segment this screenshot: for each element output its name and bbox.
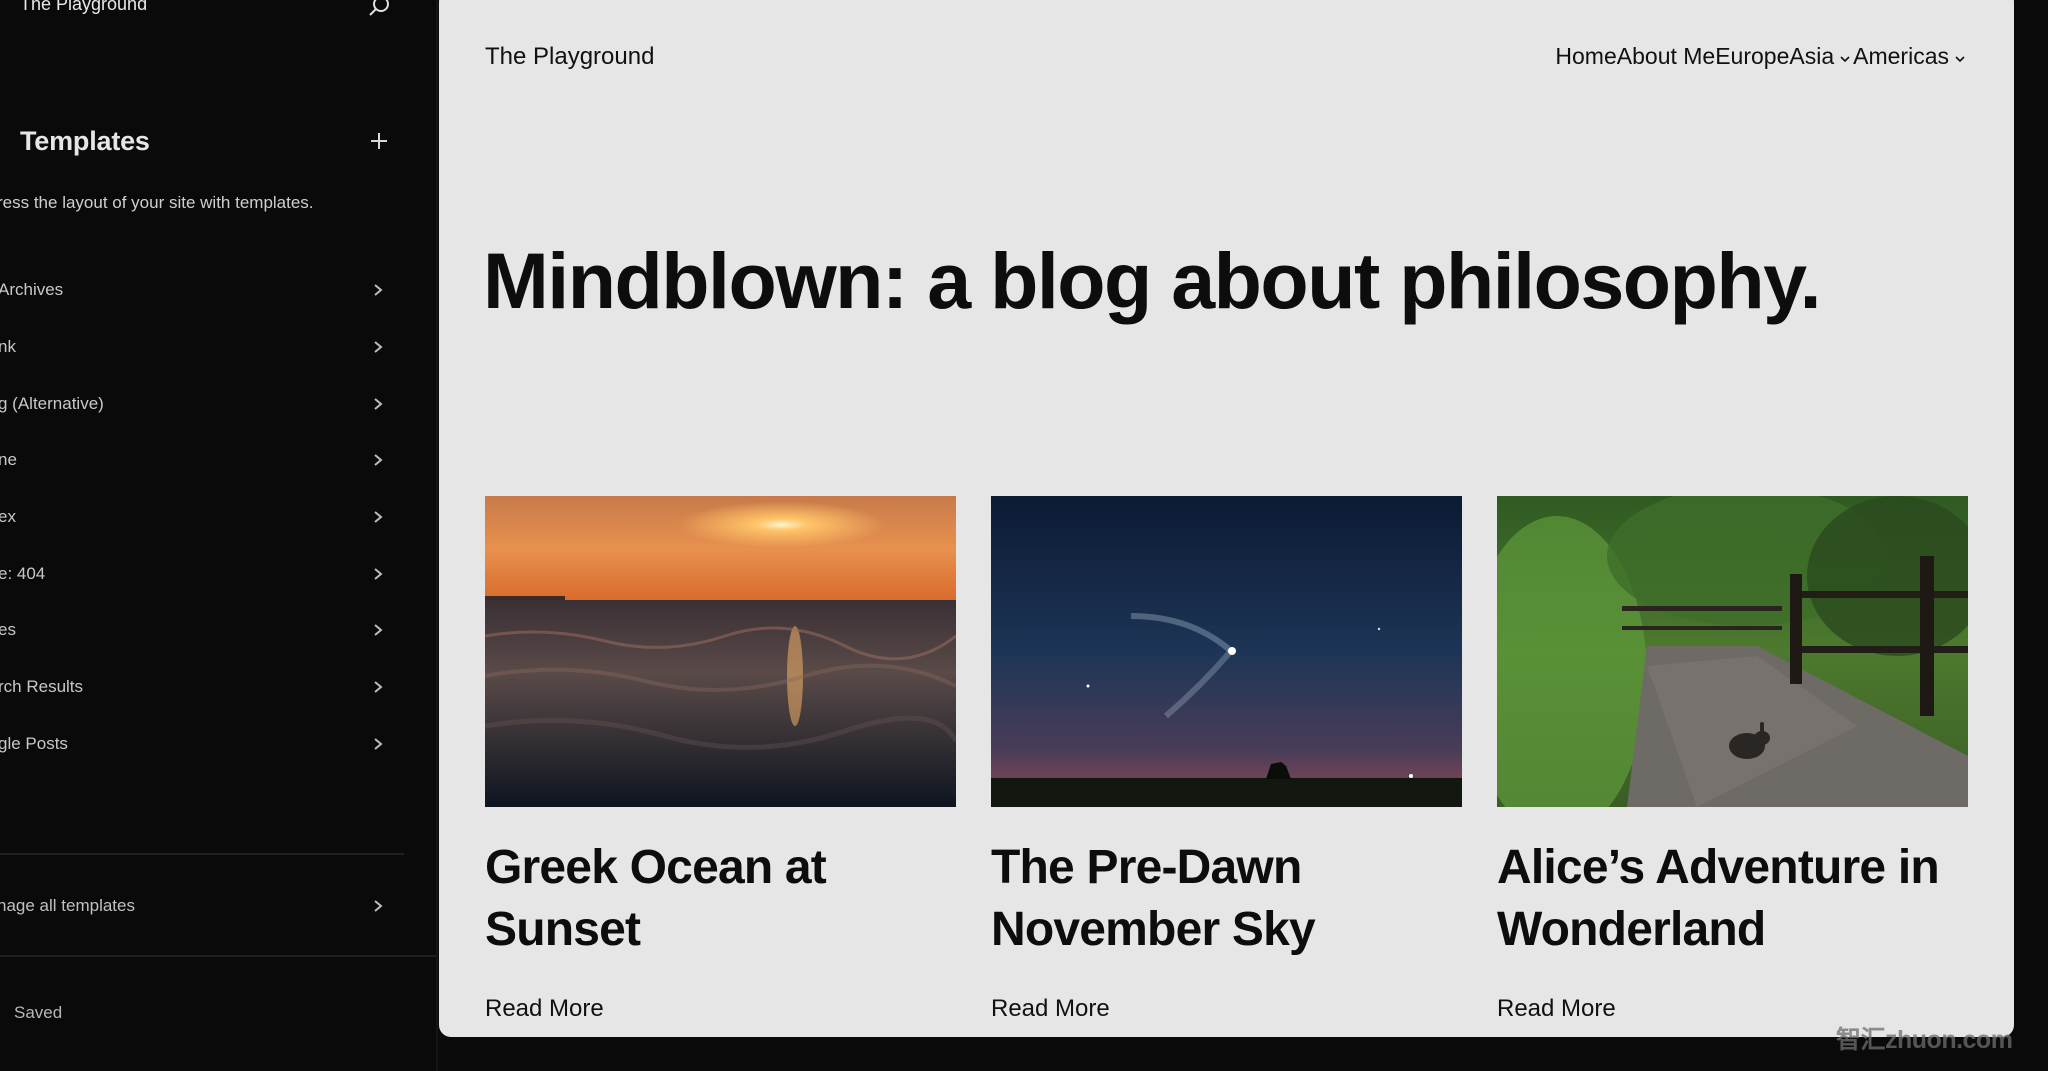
- templates-sidebar: The Playground Templates ress the layout…: [0, 0, 438, 1071]
- read-more-link[interactable]: Read More: [1497, 995, 1616, 1023]
- plus-icon[interactable]: [366, 128, 392, 154]
- sidebar-edge: [436, 0, 438, 1071]
- template-item-archives[interactable]: Archives: [0, 262, 400, 319]
- save-status: Saved: [14, 1003, 63, 1022]
- nav-item-about-me[interactable]: About Me: [1617, 43, 1715, 70]
- template-item-label: Archives: [0, 280, 64, 300]
- template-item-label: ex: [0, 507, 16, 527]
- sidebar-title: Templates: [20, 126, 150, 156]
- template-item-blog-alternative[interactable]: g (Alternative): [0, 375, 400, 432]
- nav-item-asia[interactable]: Asia: [1789, 43, 1853, 70]
- nav-label: About Me: [1616, 43, 1716, 69]
- chevron-right-icon: [374, 681, 383, 693]
- chevron-right-icon: [374, 397, 383, 410]
- ocean-sunset-image[interactable]: [485, 496, 956, 807]
- template-item-pages[interactable]: es: [0, 602, 400, 659]
- nav-item-americas[interactable]: Americas: [1853, 43, 1968, 70]
- manage-all-templates-label: nage all templates: [0, 896, 135, 915]
- template-item-search-results[interactable]: rch Results: [0, 659, 400, 716]
- divider: [0, 853, 404, 855]
- chevron-right-icon: [374, 568, 383, 580]
- chevron-right-icon: [374, 511, 383, 523]
- forest-path-image[interactable]: [1497, 496, 1968, 807]
- read-more-link[interactable]: Read More: [485, 995, 604, 1023]
- chevron-down-icon: [1955, 55, 1965, 62]
- sidebar-description: ress the layout of your site with templa…: [0, 193, 314, 212]
- template-item-home[interactable]: ne: [0, 432, 400, 489]
- template-item-label: rch Results: [0, 677, 84, 697]
- template-item-page-404[interactable]: e: 404: [0, 545, 400, 602]
- template-item-label: e: 404: [0, 563, 46, 583]
- template-item-label: es: [0, 620, 16, 640]
- template-item-index[interactable]: ex: [0, 489, 400, 546]
- post-title[interactable]: Alice’s Adventure in Wonderland: [1497, 837, 1968, 961]
- read-more-link[interactable]: Read More: [991, 995, 1110, 1023]
- nav-label: Asia: [1789, 43, 1835, 69]
- post-card: Greek Ocean at Sunset Read More: [485, 496, 956, 1023]
- post-card: The Pre-Dawn November Sky Read More: [991, 496, 1462, 1023]
- nav-label: Europe: [1715, 43, 1790, 69]
- template-item-label: nk: [0, 337, 16, 357]
- template-item-label: gle Posts: [0, 733, 68, 753]
- nav-item-europe[interactable]: Europe: [1715, 43, 1789, 70]
- post-title[interactable]: Greek Ocean at Sunset: [485, 837, 956, 961]
- site-navigation: Home About Me Europe Asia Americas: [1555, 43, 1968, 70]
- night-sky-image[interactable]: [991, 496, 1462, 807]
- watermark: 智汇zhuon.com: [1836, 1026, 2013, 1054]
- post-grid: Greek Ocean at Sunset Read More The Pre-…: [485, 496, 1968, 1023]
- nav-label: Home: [1555, 43, 1617, 69]
- chevron-right-icon: [374, 454, 383, 467]
- chevron-right-icon: [374, 624, 383, 637]
- template-item-single-posts[interactable]: gle Posts: [0, 716, 400, 773]
- site-preview-canvas[interactable]: The Playground Home About Me Europe Asia…: [439, 0, 2014, 1037]
- search-icon[interactable]: [366, 0, 392, 20]
- chevron-right-icon: [374, 900, 383, 912]
- chevron-right-icon: [374, 341, 383, 353]
- nav-label: Americas: [1853, 43, 1949, 69]
- template-list: Archives nk g (Alternative) ne ex e: 404…: [0, 262, 400, 772]
- manage-all-templates-link[interactable]: nage all templates: [0, 878, 400, 934]
- divider: [0, 955, 438, 957]
- chevron-right-icon: [374, 738, 383, 750]
- nav-item-home[interactable]: Home: [1555, 43, 1616, 70]
- chevron-right-icon: [374, 284, 383, 297]
- template-item-label: ne: [0, 450, 17, 470]
- template-item-blank[interactable]: nk: [0, 319, 400, 376]
- post-title[interactable]: The Pre-Dawn November Sky: [991, 837, 1462, 961]
- chevron-down-icon: [1840, 55, 1850, 62]
- template-item-label: g (Alternative): [0, 393, 104, 413]
- post-card: Alice’s Adventure in Wonderland Read Mor…: [1497, 496, 1968, 1023]
- site-title[interactable]: The Playground: [485, 43, 654, 71]
- site-name[interactable]: The Playground: [20, 0, 147, 15]
- hero-heading: Mindblown: a blog about philosophy.: [483, 236, 1822, 325]
